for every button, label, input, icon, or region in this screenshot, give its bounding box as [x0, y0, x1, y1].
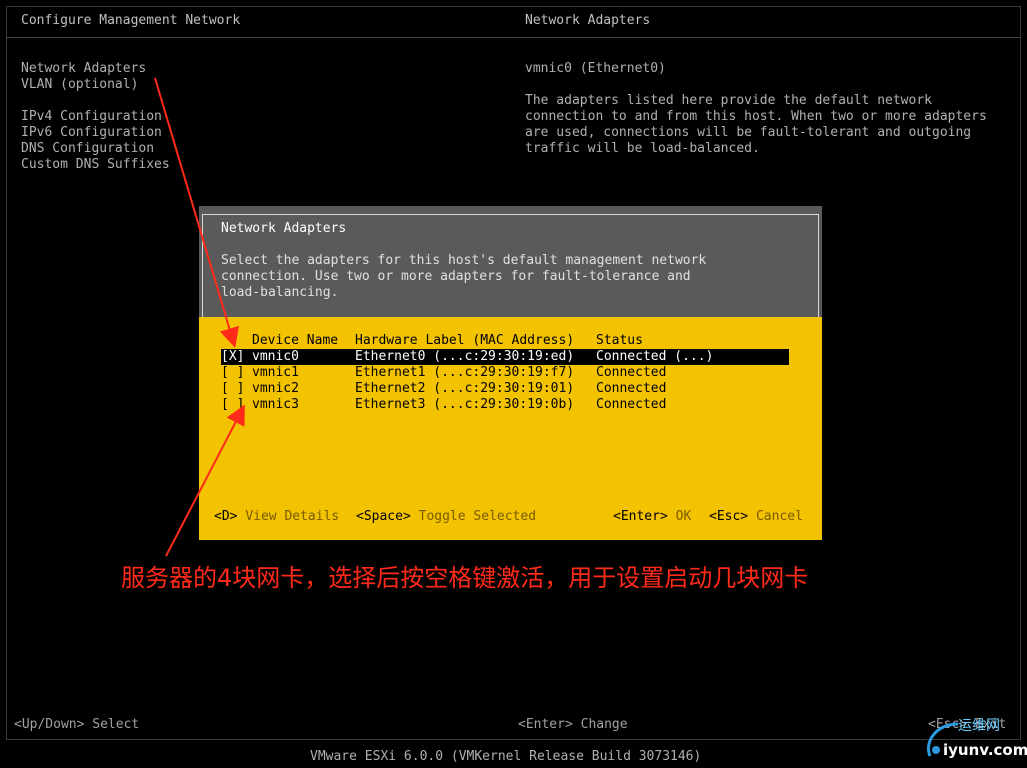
toggle-selected-action[interactable]: <Space> Toggle Selected [356, 509, 536, 525]
col-hardware-label: Hardware Label (MAC Address) [355, 333, 575, 348]
row-label: Ethernet3 (...c:29:30:19:0b) [355, 397, 575, 412]
ok-action[interactable]: <Enter> OK [613, 509, 691, 525]
cancel-label: Cancel [755, 509, 803, 524]
col-device-name: Device Name [252, 333, 339, 348]
row-checkbox[interactable]: [ ] [221, 381, 244, 397]
row-device: vmnic0 [252, 349, 299, 364]
selected-adapter-info: vmnic0 (Ethernet0) [525, 61, 666, 76]
dialog-description: Select the adapters for this host's defa… [221, 253, 707, 300]
adapter-table: Device Name Hardware Label (MAC Address)… [221, 333, 789, 413]
menu-item-network-adapters[interactable]: Network Adapters [21, 61, 170, 77]
row-checkbox[interactable]: [X] [221, 349, 244, 365]
watermark-domain: iyunv.com [943, 741, 1027, 759]
table-row-vmnic0[interactable]: [X] vmnic0 Ethernet0 (...c:29:30:19:ed) … [221, 349, 789, 365]
panel-title-left: Configure Management Network [21, 13, 241, 28]
key-d: <D> [214, 509, 238, 524]
row-status: Connected (...) [596, 349, 714, 364]
table-row-vmnic3[interactable]: [ ] vmnic3 Ethernet3 (...c:29:30:19:0b) … [221, 397, 789, 413]
menu-item-ipv6[interactable]: IPv6 Configuration [21, 125, 170, 141]
menu-gap [21, 93, 170, 109]
row-checkbox[interactable]: [ ] [221, 397, 244, 413]
dialog-title: Network Adapters [221, 221, 347, 236]
key-space: <Space> [356, 509, 411, 524]
row-device: vmnic3 [252, 397, 299, 412]
view-details-label: View Details [245, 509, 340, 524]
row-status: Connected [596, 365, 667, 380]
menu-item-dns[interactable]: DNS Configuration [21, 141, 170, 157]
hint-select: <Up/Down> Select [14, 717, 140, 732]
menu-item-dns-suffixes[interactable]: Custom DNS Suffixes [21, 157, 170, 173]
row-device: vmnic2 [252, 381, 299, 396]
row-label: Ethernet2 (...c:29:30:19:01) [355, 381, 575, 396]
row-status: Connected [596, 381, 667, 396]
menu-item-vlan[interactable]: VLAN (optional) [21, 77, 170, 93]
ok-label: OK [675, 509, 692, 524]
key-enter: <Enter> [613, 509, 668, 524]
annotation-caption: 服务器的4块网卡，选择后按空格键激活，用于设置启动几块网卡 [121, 564, 809, 592]
config-menu: Network Adapters VLAN (optional) IPv4 Co… [21, 61, 170, 173]
watermark-text: 运维网 [958, 718, 1000, 734]
view-details-action[interactable]: <D> View Details [214, 509, 339, 525]
menu-item-ipv4[interactable]: IPv4 Configuration [21, 109, 170, 125]
panel-title-right: Network Adapters [525, 13, 651, 28]
row-checkbox[interactable]: [ ] [221, 365, 244, 381]
header-divider [6, 37, 1021, 38]
version-string: VMware ESXi 6.0.0 (VMKernel Release Buil… [310, 749, 702, 764]
table-header: Device Name Hardware Label (MAC Address)… [221, 333, 789, 349]
table-row-vmnic2[interactable]: [ ] vmnic2 Ethernet2 (...c:29:30:19:01) … [221, 381, 789, 397]
network-adapters-dialog: Network Adapters Select the adapters for… [199, 206, 822, 540]
cancel-action[interactable]: <Esc> Cancel [709, 509, 803, 525]
row-status: Connected [596, 397, 667, 412]
table-row-vmnic1[interactable]: [ ] vmnic1 Ethernet1 (...c:29:30:19:f7) … [221, 365, 789, 381]
row-device: vmnic1 [252, 365, 299, 380]
row-label: Ethernet1 (...c:29:30:19:f7) [355, 365, 575, 380]
hint-change: <Enter> Change [518, 717, 628, 732]
key-esc: <Esc> [709, 509, 749, 524]
row-label: Ethernet0 (...c:29:30:19:ed) [355, 349, 575, 364]
toggle-selected-label: Toggle Selected [418, 509, 537, 524]
col-status: Status [596, 333, 643, 348]
adapter-description: The adapters listed here provide the def… [525, 93, 987, 156]
